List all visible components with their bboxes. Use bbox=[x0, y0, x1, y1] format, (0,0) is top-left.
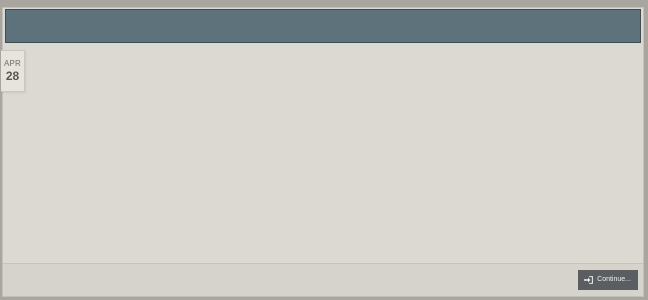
sign-in-icon bbox=[584, 276, 594, 284]
continue-button[interactable]: Continue... bbox=[578, 270, 638, 290]
post-header-bar bbox=[5, 9, 641, 43]
continue-label: Continue... bbox=[597, 276, 631, 283]
post-card: APR 28 Continue... bbox=[1, 7, 644, 297]
post-content bbox=[3, 43, 643, 263]
post-footer: Continue... bbox=[3, 263, 643, 296]
